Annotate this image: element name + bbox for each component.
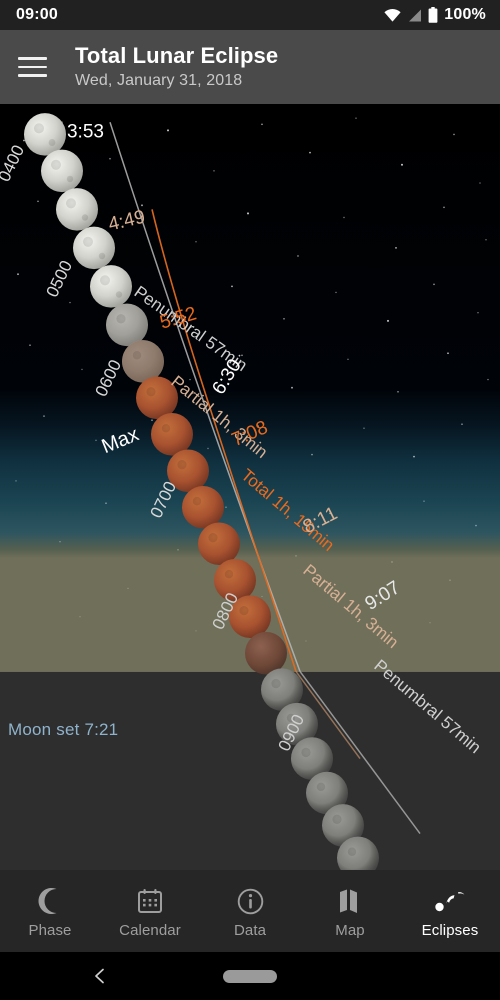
- nav-label-calendar: Calendar: [119, 922, 181, 939]
- nav-tab-calendar[interactable]: Calendar: [100, 870, 200, 952]
- nav-label-eclipses: Eclipses: [421, 922, 479, 939]
- eclipse-diagram[interactable]: Penumbral 57min Partial 1h, 3min Total 1…: [0, 104, 500, 870]
- map-icon: [338, 887, 362, 915]
- nav-label-phase: Phase: [28, 922, 72, 939]
- wifi-icon: [384, 8, 401, 22]
- app-window: 09:00 100% Total Lunar Eclipse Wed, Janu…: [0, 0, 500, 1000]
- calendar-icon: [137, 887, 163, 915]
- battery-percent: 100%: [444, 6, 486, 23]
- moonset-label: Moon set 7:21: [8, 720, 119, 739]
- app-bar: Total Lunar Eclipse Wed, January 31, 201…: [0, 30, 500, 104]
- info-circle-icon: [237, 887, 264, 915]
- page-subtitle: Wed, January 31, 2018: [75, 71, 243, 89]
- eclipse-icon: [433, 887, 467, 915]
- home-pill-icon[interactable]: [223, 969, 277, 983]
- nav-tab-map[interactable]: Map: [300, 870, 400, 952]
- eclipse-diagram-canvas: [0, 104, 500, 870]
- nav-tab-phase[interactable]: Phase: [0, 870, 100, 952]
- bottom-navigation: Phase Calendar Data Map Eclipses: [0, 870, 500, 952]
- nav-label-map: Map: [335, 922, 365, 939]
- system-navigation-bar: [0, 952, 500, 1000]
- app-bar-titles: Total Lunar Eclipse Wed, January 31, 201…: [75, 43, 278, 92]
- hamburger-menu-icon[interactable]: [18, 50, 52, 84]
- back-chevron-icon[interactable]: [92, 968, 108, 984]
- status-bar: 09:00 100%: [0, 0, 500, 30]
- crescent-moon-icon: [37, 887, 63, 915]
- status-icons: 100%: [384, 6, 486, 24]
- nav-label-data: Data: [233, 922, 267, 939]
- page-title: Total Lunar Eclipse: [75, 42, 279, 68]
- battery-icon: [428, 7, 438, 23]
- status-clock: 09:00: [16, 6, 58, 23]
- nav-tab-eclipses[interactable]: Eclipses: [400, 870, 500, 952]
- nav-tab-data[interactable]: Data: [200, 870, 300, 952]
- signal-icon: [409, 9, 422, 21]
